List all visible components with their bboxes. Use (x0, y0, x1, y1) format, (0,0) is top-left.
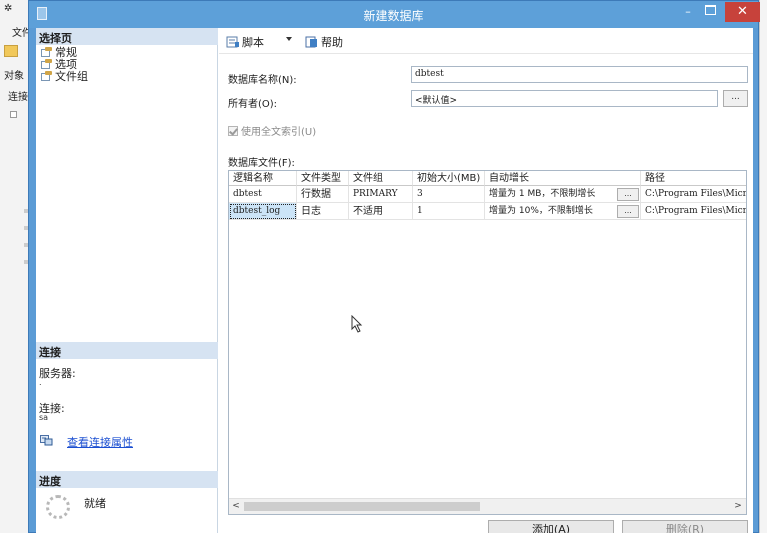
maximize-button[interactable] (705, 5, 716, 15)
background-app-right-edge (759, 0, 767, 533)
dialog-client-area: 选择页 常规 选项 文件组 连接 服务器: . 连接: sa 查看连接属性 进度 (36, 28, 753, 533)
add-button[interactable]: 添加(A) (488, 520, 614, 533)
cell-logical-name[interactable]: dbtest (229, 186, 297, 203)
close-button[interactable]: ✕ (725, 2, 760, 22)
column-header-file-type[interactable]: 文件类型 (297, 171, 349, 186)
page-icon (40, 71, 52, 82)
server-label: 服务器: (39, 367, 76, 380)
column-header-path[interactable]: 路径 (641, 171, 746, 186)
right-pane: 脚本 帮助 数据库名称(N): dbtest 所有者(O): <默认值> ...… (219, 28, 753, 533)
script-button[interactable]: 脚本 (226, 34, 264, 49)
bg-tree-expander[interactable] (10, 111, 17, 118)
help-label: 帮助 (321, 36, 343, 49)
cell-file-type[interactable]: 日志 (297, 203, 349, 220)
script-dropdown-icon[interactable] (286, 37, 292, 41)
fulltext-index-checkbox[interactable] (228, 126, 238, 136)
bg-new-query-icon[interactable] (4, 45, 18, 57)
scrollbar-thumb[interactable] (244, 502, 480, 511)
left-pane: 选择页 常规 选项 文件组 连接 服务器: . 连接: sa 查看连接属性 进度 (36, 28, 218, 533)
owner-label: 所有者(O): (228, 99, 278, 110)
fulltext-index-label: 使用全文索引(U) (241, 127, 317, 138)
cell-filegroup[interactable]: PRIMARY (349, 186, 413, 203)
view-connection-properties-link[interactable]: 查看连接属性 (67, 434, 133, 450)
help-button[interactable]: 帮助 (305, 34, 343, 49)
bg-connect-label[interactable]: 连接 (8, 88, 28, 103)
cell-path[interactable]: C:\Program Files\Microsoft (641, 186, 746, 203)
script-icon (226, 36, 240, 48)
column-header-filegroup[interactable]: 文件组 (349, 171, 413, 186)
title-bar[interactable]: 新建数据库 – ✕ (29, 1, 760, 28)
connection-properties-icon (40, 435, 53, 446)
script-label: 脚本 (242, 36, 264, 49)
scroll-left-arrow-icon[interactable]: < (231, 501, 241, 512)
autogrowth-browse-button[interactable]: ... (617, 205, 639, 218)
select-page-header: 选择页 (36, 28, 218, 45)
owner-browse-button[interactable]: ... (723, 90, 748, 107)
page-icon (40, 59, 52, 70)
cell-logical-name-selected[interactable]: dbtest_log (229, 203, 297, 220)
cell-file-type[interactable]: 行数据 (297, 186, 349, 203)
column-header-initial-size[interactable]: 初始大小(MB) (413, 171, 485, 186)
cell-path[interactable]: C:\Program Files\Microsoft (641, 203, 746, 220)
autogrowth-browse-button[interactable]: ... (617, 188, 639, 201)
column-header-autogrowth[interactable]: 自动增长 (485, 171, 641, 186)
database-name-input[interactable]: dbtest (411, 66, 748, 83)
scroll-right-arrow-icon[interactable]: > (733, 501, 743, 512)
window-title: 新建数据库 (363, 9, 424, 23)
page-filegroups[interactable]: 文件组 (40, 70, 88, 83)
server-value: . (39, 378, 42, 387)
progress-header: 进度 (36, 471, 218, 488)
page-label-filegroups: 文件组 (55, 70, 88, 83)
help-icon (305, 36, 319, 48)
new-database-dialog: 新建数据库 – ✕ 选择页 常规 选项 文件组 连接 服务器: . 连接: sa (28, 0, 760, 533)
bg-app-icon: ✲ (4, 3, 13, 14)
column-header-logical-name[interactable]: 逻辑名称 (229, 171, 297, 186)
horizontal-scrollbar[interactable]: < > (229, 498, 746, 514)
cell-initial-size[interactable]: 1 (413, 203, 485, 220)
connection-value: sa (39, 413, 49, 422)
page-icon (40, 47, 52, 58)
mouse-cursor-icon (351, 315, 363, 333)
database-name-label: 数据库名称(N): (228, 75, 297, 86)
connection-header: 连接 (36, 342, 218, 359)
minimize-button[interactable]: – (682, 6, 694, 17)
bg-object-explorer-label: 对象 (4, 71, 24, 82)
database-files-grid[interactable]: 逻辑名称 文件类型 文件组 初始大小(MB) 自动增长 路径 dbtest 行数… (228, 170, 747, 515)
fulltext-index-checkbox-row[interactable]: 使用全文索引(U) (228, 123, 316, 138)
progress-spinner-icon (46, 495, 70, 519)
toolbar: 脚本 帮助 (219, 28, 753, 54)
cell-initial-size[interactable]: 3 (413, 186, 485, 203)
progress-status: 就绪 (84, 497, 106, 510)
database-files-label: 数据库文件(F): (228, 158, 295, 169)
owner-input[interactable]: <默认值> (411, 90, 718, 107)
remove-button[interactable]: 删除(R) (622, 520, 748, 533)
cell-filegroup[interactable]: 不适用 (349, 203, 413, 220)
